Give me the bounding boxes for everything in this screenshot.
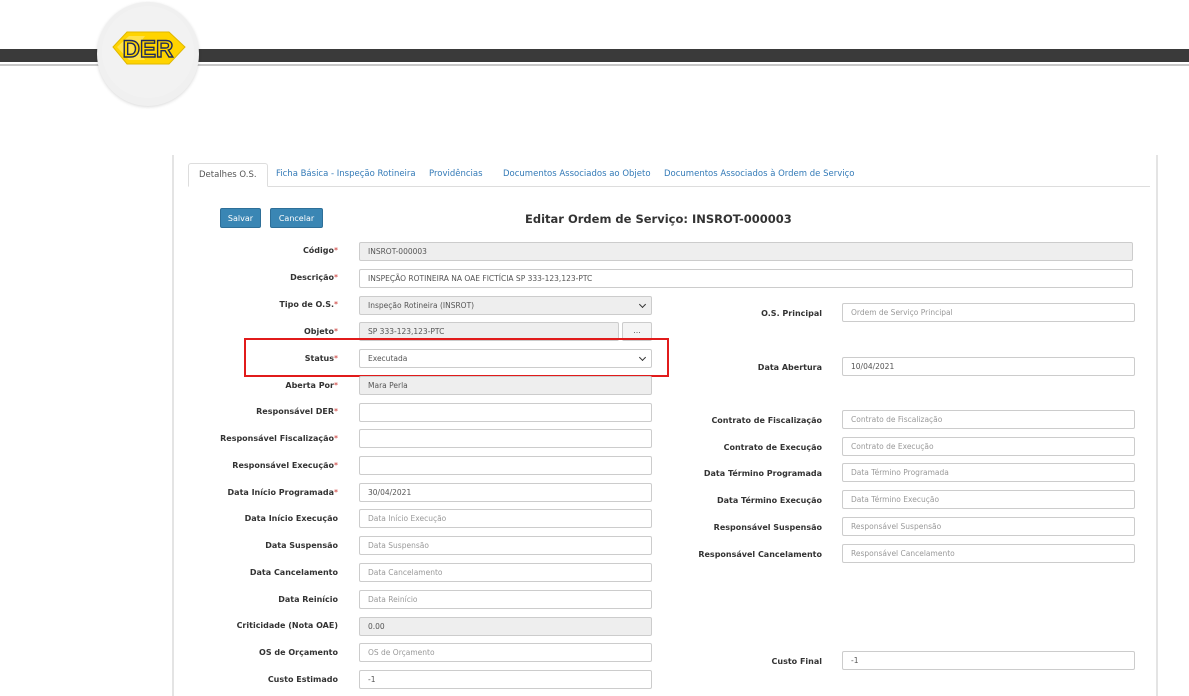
responsavel-fiscalizacao-field[interactable]: [359, 429, 652, 448]
tipo-os-select[interactable]: Inspeção Rotineira (INSROT): [359, 296, 652, 315]
descricao-label: Descrição*: [290, 273, 338, 282]
contrato-execucao-field[interactable]: Contrato de Execução: [842, 437, 1135, 456]
aberta-por-label: Aberta Por*: [285, 381, 338, 390]
data-inicio-execucao-label: Data Início Execução: [244, 514, 338, 523]
cancel-button[interactable]: Cancelar: [270, 208, 323, 228]
data-termino-execucao-label: Data Término Execução: [717, 496, 822, 505]
os-orcamento-label: OS de Orçamento: [259, 648, 338, 657]
criticidade-label: Criticidade (Nota OAE): [236, 621, 338, 630]
panel-border-right: [1156, 155, 1158, 696]
tab-bar: Detalhes O.S. Ficha Básica - Inspeção Ro…: [188, 163, 1150, 187]
objeto-label: Objeto*: [303, 327, 338, 336]
der-logo: DER: [97, 2, 199, 106]
tab-providencias[interactable]: Providências: [429, 163, 483, 187]
responsavel-der-field[interactable]: [359, 403, 652, 422]
responsavel-suspensao-field[interactable]: Responsável Suspensão: [842, 517, 1135, 536]
custo-estimado-label: Custo Estimado: [267, 675, 338, 684]
responsavel-der-label: Responsável DER*: [256, 407, 338, 416]
contrato-execucao-label: Contrato de Execução: [723, 443, 822, 452]
custo-final-field[interactable]: -1: [842, 651, 1135, 670]
custo-estimado-field[interactable]: -1: [359, 670, 652, 689]
codigo-label: Código*: [302, 246, 338, 255]
data-termino-programada-label: Data Término Programada: [703, 469, 822, 478]
data-cancelamento-field[interactable]: Data Cancelamento: [359, 563, 652, 582]
data-inicio-execucao-field[interactable]: Data Início Execução: [359, 509, 652, 528]
contrato-fiscalizacao-field[interactable]: Contrato de Fiscalização: [842, 410, 1135, 429]
data-abertura-label: Data Abertura: [757, 363, 822, 372]
responsavel-execucao-label: Responsável Execução*: [232, 461, 338, 470]
chevron-down-icon: [638, 300, 647, 309]
data-abertura-field[interactable]: 10/04/2021: [842, 357, 1135, 376]
responsavel-suspensao-label: Responsável Suspensão: [713, 523, 822, 532]
responsavel-cancelamento-label: Responsável Cancelamento: [698, 550, 822, 559]
tab-detalhes-os[interactable]: Detalhes O.S.: [188, 163, 268, 187]
panel-border-left: [172, 155, 174, 696]
logo-text: DER: [123, 36, 174, 63]
descricao-field[interactable]: INSPEÇÃO ROTINEIRA NA OAE FICTÍCIA SP 33…: [359, 269, 1133, 288]
data-termino-programada-field[interactable]: Data Término Programada: [842, 463, 1135, 482]
data-cancelamento-label: Data Cancelamento: [249, 568, 338, 577]
custo-final-label: Custo Final: [771, 657, 822, 666]
os-orcamento-field[interactable]: OS de Orçamento: [359, 643, 652, 662]
contrato-fiscalizacao-label: Contrato de Fiscalização: [711, 416, 822, 425]
responsavel-cancelamento-field[interactable]: Responsável Cancelamento: [842, 544, 1135, 563]
responsavel-fiscalizacao-label: Responsável Fiscalização*: [220, 434, 338, 443]
tipo-os-label: Tipo de O.S.*: [279, 300, 338, 309]
data-reinicio-field[interactable]: Data Reinício: [359, 590, 652, 609]
aberta-por-field[interactable]: Mara Perla: [359, 376, 652, 395]
criticidade-field[interactable]: 0.00: [359, 617, 652, 636]
status-highlight-box: [244, 338, 669, 377]
os-principal-field[interactable]: Ordem de Serviço Principal: [842, 303, 1135, 322]
data-suspensao-field[interactable]: Data Suspensão: [359, 536, 652, 555]
data-inicio-programada-label: Data Início Programada*: [227, 488, 338, 497]
data-suspensao-label: Data Suspensão: [265, 541, 338, 550]
page-title: Editar Ordem de Serviço: INSROT-000003: [525, 212, 792, 226]
os-principal-label: O.S. Principal: [761, 309, 822, 318]
data-reinicio-label: Data Reinício: [278, 595, 338, 604]
tab-documentos-objeto[interactable]: Documentos Associados ao Objeto: [503, 163, 651, 187]
tab-documentos-os[interactable]: Documentos Associados à Ordem de Serviço: [664, 163, 854, 187]
responsavel-execucao-field[interactable]: [359, 456, 652, 475]
data-inicio-programada-field[interactable]: 30/04/2021: [359, 483, 652, 502]
tab-ficha-basica[interactable]: Ficha Básica - Inspeção Rotineira: [276, 163, 416, 187]
data-termino-execucao-field[interactable]: Data Término Execução: [842, 490, 1135, 509]
codigo-field[interactable]: INSROT-000003: [359, 242, 1133, 261]
save-button[interactable]: Salvar: [220, 208, 261, 228]
